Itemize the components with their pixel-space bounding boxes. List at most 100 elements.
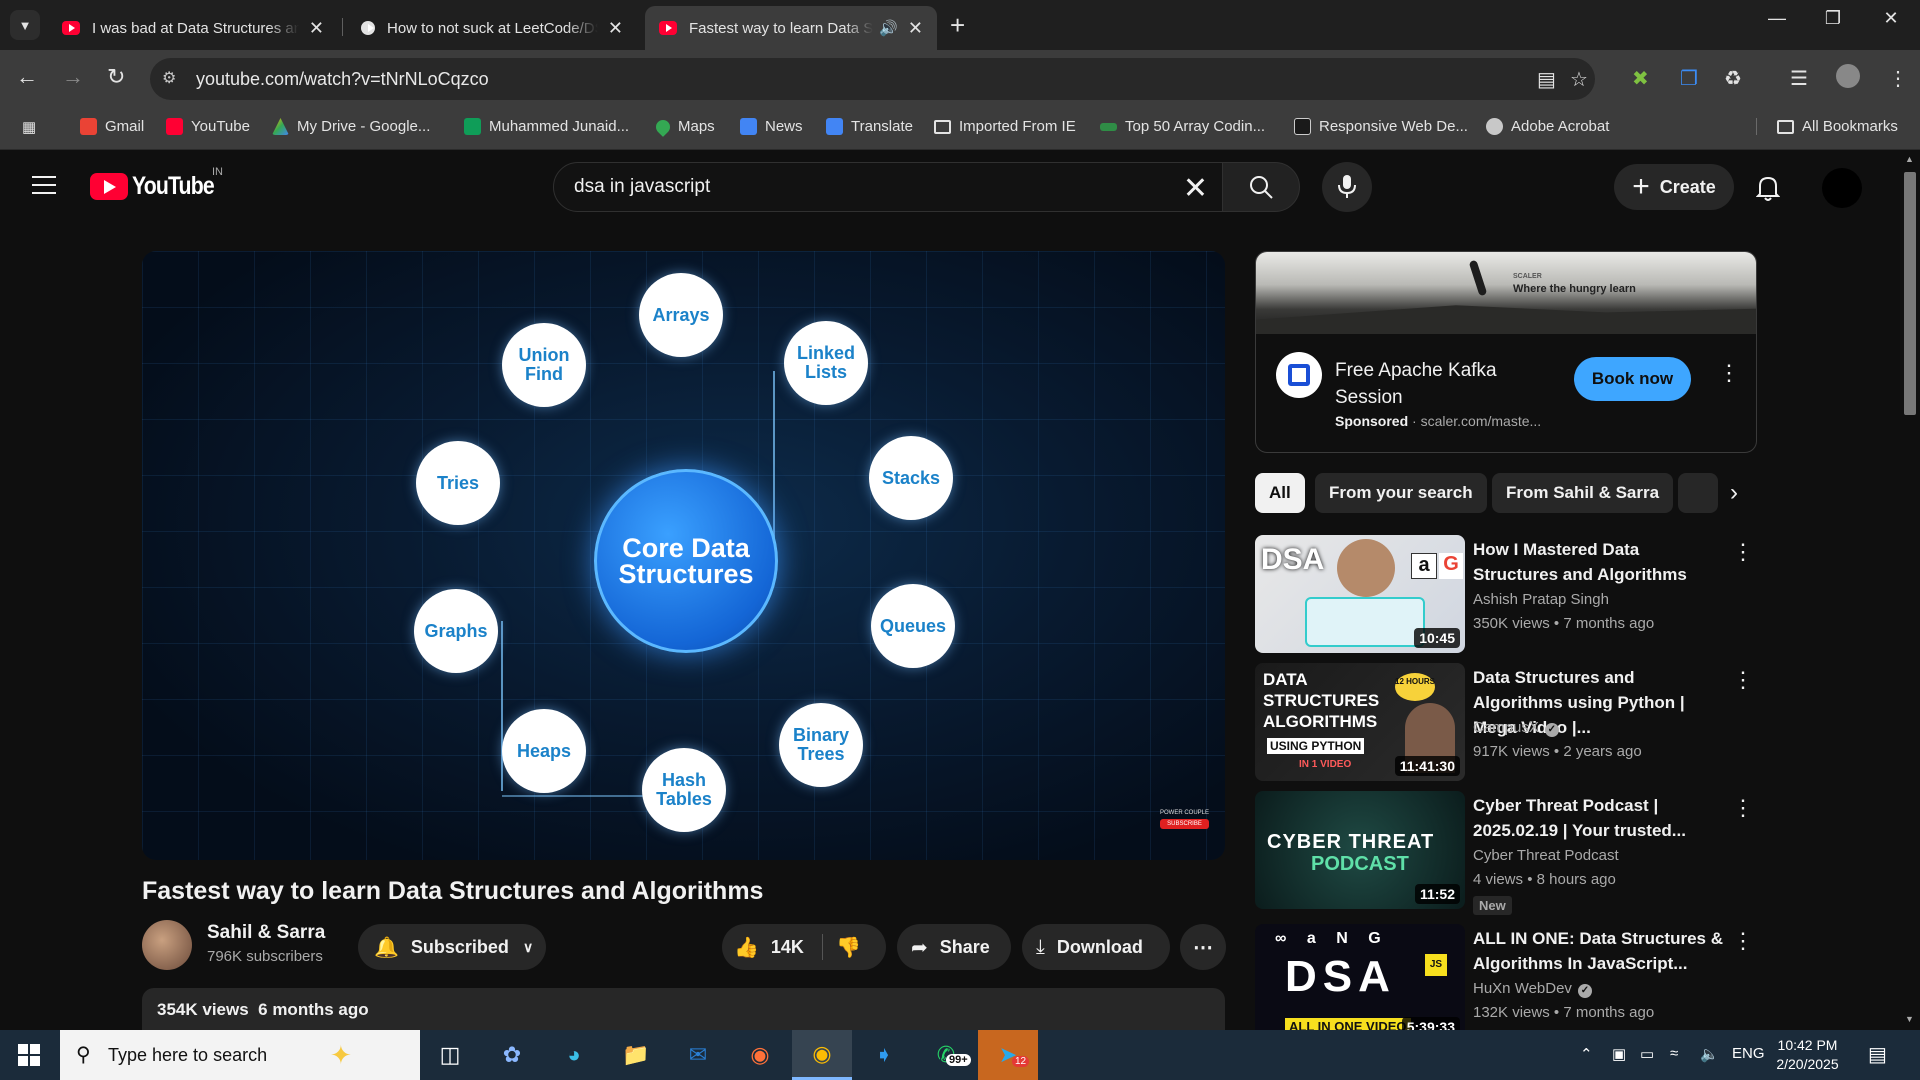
ad-more-icon[interactable]: ⋮ [1718, 360, 1740, 386]
video-thumbnail[interactable]: DATA STRUCTURES ALGORITHMS USING PYTHON … [1255, 663, 1465, 781]
sponsored-ad-card[interactable]: SCALER Where the hungry learn Free Apach… [1255, 251, 1757, 453]
youtube-logo[interactable]: YouTube IN [90, 166, 228, 201]
apps-grid-icon[interactable]: ▦ [22, 118, 36, 136]
scrollbar-thumb[interactable] [1904, 172, 1916, 415]
bookmark-gfg[interactable]: Top 50 Array Codin... [1100, 118, 1265, 135]
page-scrollbar[interactable]: ▲ ▼ [1900, 150, 1920, 1030]
clock[interactable]: 10:42 PM 2/20/2025 [1760, 1036, 1855, 1074]
video-thumbnail[interactable]: DSA a G 10:45 [1255, 535, 1465, 653]
video-player[interactable]: Arrays Linked Lists Stacks Queues Binary… [142, 251, 1225, 860]
recommendation-item[interactable]: CYBER THREAT PODCAST 11:52 Cyber Threat … [1255, 791, 1755, 915]
ad-headline[interactable]: Free Apache Kafka Session [1335, 357, 1555, 411]
create-button[interactable]: + Create [1614, 164, 1734, 210]
channel-name[interactable]: Cyber Threat Podcast [1473, 847, 1619, 864]
url-text[interactable]: youtube.com/watch?v=tNrNLoCqzco [196, 69, 489, 90]
bookmark-drive[interactable]: My Drive - Google... [272, 118, 430, 135]
wifi-icon[interactable]: ≈ [1670, 1045, 1678, 1062]
media-controls-icon[interactable]: ☰ [1790, 66, 1808, 91]
video-title[interactable]: How I Mastered Data Structures and Algor… [1473, 537, 1725, 587]
tab-search-button[interactable]: ▼ [10, 10, 40, 40]
bookmark-responsive[interactable]: Responsive Web De... [1294, 118, 1468, 135]
recommendation-item[interactable]: DATA STRUCTURES ALGORITHMS USING PYTHON … [1255, 663, 1755, 781]
bookmark-folder-ie[interactable]: Imported From IE [934, 118, 1076, 135]
chip-from-channel[interactable]: From Sahil & Sarra [1492, 473, 1674, 513]
file-explorer-icon[interactable]: 📁 [606, 1030, 666, 1080]
video-thumbnail[interactable]: ∞ a N G DSA JS ALL IN ONE VIDEO 5:39:33 [1255, 924, 1465, 1030]
chip-from-search[interactable]: From your search [1315, 473, 1487, 513]
whatsapp-icon[interactable]: ✆ 99+ [916, 1030, 976, 1080]
channel-line[interactable]: CampusX ✓ [1473, 719, 1559, 737]
vscode-icon[interactable]: ➧ [854, 1030, 914, 1080]
new-tab-icon[interactable]: + [950, 10, 965, 40]
restore-icon[interactable]: ❐ [1810, 8, 1856, 29]
search-query[interactable]: dsa in javascript [574, 176, 710, 198]
install-app-icon[interactable]: ▤ [1537, 67, 1556, 92]
firefox-icon[interactable]: ◉ [730, 1030, 790, 1080]
battery-icon[interactable]: ▭ [1640, 1045, 1654, 1063]
bookmark-sheets[interactable]: Muhammed Junaid... [464, 118, 629, 135]
video-title[interactable]: ALL IN ONE: Data Structures & Algorithms… [1473, 926, 1725, 976]
more-actions-button[interactable]: ⋯ [1180, 924, 1226, 970]
tab-3-active[interactable]: Fastest way to learn Data Structures 🔊 ✕ [645, 6, 937, 50]
back-icon[interactable]: ← [16, 64, 38, 90]
taskbar-search[interactable]: ⚲ Type here to search ✦ [60, 1030, 420, 1080]
notifications-bell-icon[interactable] [1756, 174, 1780, 202]
menu-hamburger-icon[interactable] [32, 176, 56, 200]
book-now-button[interactable]: Book now [1574, 357, 1691, 401]
like-button[interactable]: 👍 14K [722, 924, 822, 970]
address-bar[interactable]: ⚙ youtube.com/watch?v=tNrNLoCqzco ▤ ☆ [150, 58, 1595, 100]
telegram-icon[interactable]: ➤ 12 [978, 1030, 1038, 1080]
notifications-icon[interactable]: ▤ [1868, 1042, 1887, 1067]
profile-avatar-icon[interactable] [1836, 64, 1860, 88]
tab-2[interactable]: How to not suck at LeetCode/DSA ✕ [347, 6, 637, 50]
extensions-puzzle-icon[interactable]: ♻ [1724, 66, 1742, 91]
volume-icon[interactable]: 🔈 [1700, 1045, 1719, 1063]
more-vert-icon[interactable]: ⋮ [1732, 667, 1754, 693]
reload-icon[interactable]: ↻ [107, 64, 125, 90]
chevron-right-icon[interactable]: › [1714, 473, 1754, 513]
channel-line[interactable]: HuXn WebDev ✓ [1473, 980, 1592, 998]
chrome-icon[interactable]: ◉ [792, 1030, 852, 1080]
more-vert-icon[interactable]: ⋮ [1732, 539, 1754, 565]
minimize-icon[interactable]: — [1754, 8, 1800, 29]
search-input[interactable]: dsa in javascript ✕ [553, 162, 1223, 212]
channel-name[interactable]: Sahil & Sarra [207, 922, 325, 944]
voice-search-button[interactable] [1322, 162, 1372, 212]
search-button[interactable] [1222, 162, 1300, 212]
recommendation-item[interactable]: DSA a G 10:45 How I Mastered Data Struct… [1255, 535, 1755, 653]
channel-avatar[interactable] [142, 920, 192, 970]
more-vert-icon[interactable]: ⋮ [1732, 928, 1754, 954]
clear-search-icon[interactable]: ✕ [1183, 171, 1208, 206]
menu-kebab-icon[interactable]: ⋮ [1888, 66, 1908, 91]
extension-x-icon[interactable]: ✖ [1632, 66, 1649, 91]
forward-icon[interactable]: → [62, 64, 84, 90]
more-vert-icon[interactable]: ⋮ [1732, 795, 1754, 821]
channel-name[interactable]: Ashish Pratap Singh [1473, 591, 1609, 608]
windows-start-icon[interactable] [18, 1044, 40, 1066]
bookmark-star-icon[interactable]: ☆ [1570, 67, 1588, 92]
chip-partial[interactable] [1678, 473, 1718, 513]
account-avatar[interactable] [1822, 168, 1862, 208]
all-bookmarks[interactable]: All Bookmarks [1756, 118, 1898, 135]
extension-copy-icon[interactable]: ❐ [1680, 66, 1698, 91]
video-title[interactable]: Cyber Threat Podcast | 2025.02.19 | Your… [1473, 793, 1725, 843]
channel-watermark[interactable]: POWER COUPLE SUBSCRIBE [1160, 809, 1210, 829]
close-window-icon[interactable]: ✕ [1868, 8, 1914, 29]
close-tab-icon[interactable]: ✕ [309, 18, 324, 39]
recommendation-item[interactable]: ∞ a N G DSA JS ALL IN ONE VIDEO 5:39:33 … [1255, 924, 1755, 1030]
close-tab-icon[interactable]: ✕ [908, 18, 923, 39]
camera-icon[interactable]: ▣ [1612, 1045, 1626, 1063]
audio-playing-icon[interactable]: 🔊 [879, 19, 898, 37]
thumbs-down-icon[interactable]: 👎 [836, 935, 861, 960]
edge-icon[interactable]: ◕ [544, 1030, 604, 1080]
chip-all[interactable]: All [1255, 473, 1305, 513]
share-button[interactable]: ➦ Share [897, 924, 1011, 970]
outlook-icon[interactable]: ✉ [668, 1030, 728, 1080]
bookmark-gmail[interactable]: Gmail [80, 118, 144, 135]
description-box[interactable]: 354K views 6 months ago [142, 988, 1225, 1030]
bookmark-news[interactable]: News [740, 118, 803, 135]
subscribed-button[interactable]: 🔔 Subscribed ∨ [358, 924, 546, 970]
bookmark-youtube[interactable]: YouTube [166, 118, 250, 135]
bookmark-translate[interactable]: Translate [826, 118, 913, 135]
copilot-icon[interactable]: ✿ [482, 1030, 542, 1080]
